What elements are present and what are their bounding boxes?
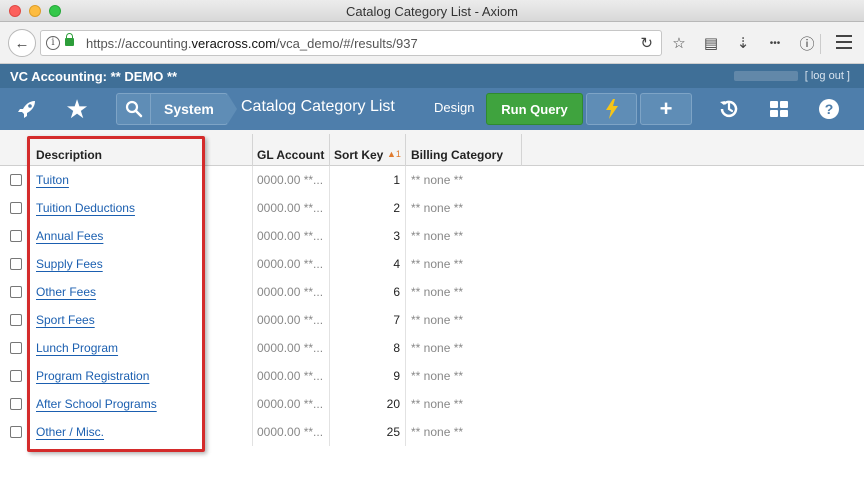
url-bar[interactable]: i https://accounting.veracross.com/vca_d… — [40, 30, 662, 56]
row-billing-category: ** none ** — [411, 201, 464, 215]
menu-icon[interactable] — [836, 35, 852, 49]
column-header-gl-account[interactable]: GL Account — [257, 148, 324, 162]
download-icon[interactable]: ⇣ — [732, 32, 754, 54]
row-sort-key: 20 — [386, 397, 400, 411]
design-link[interactable]: Design — [434, 100, 474, 115]
bookmark-star-icon[interactable]: ☆ — [668, 32, 690, 54]
breadcrumb-separator — [227, 93, 237, 125]
dashboard-grid-icon[interactable] — [764, 94, 794, 124]
row-checkbox[interactable] — [10, 230, 22, 242]
row-billing-category: ** none ** — [411, 285, 464, 299]
column-divider[interactable] — [521, 134, 522, 166]
breadcrumb-system[interactable]: System — [164, 101, 214, 117]
row-sort-key: 6 — [393, 285, 400, 299]
row-billing-category: ** none ** — [411, 397, 464, 411]
row-gl-account: 0000.00 **... — [257, 257, 324, 271]
row-billing-category: ** none ** — [411, 341, 464, 355]
row-gl-account: 0000.00 **... — [257, 425, 324, 439]
row-billing-category: ** none ** — [411, 173, 464, 187]
reading-list-icon[interactable]: ▤ — [700, 32, 722, 54]
row-billing-category: ** none ** — [411, 369, 464, 383]
toolbar-divider — [820, 34, 821, 54]
row-sort-key: 3 — [393, 229, 400, 243]
row-checkbox[interactable] — [10, 258, 22, 270]
row-billing-category: ** none ** — [411, 229, 464, 243]
rocket-icon[interactable] — [12, 94, 42, 124]
plus-icon: + — [659, 96, 673, 121]
add-button[interactable]: + — [640, 93, 692, 125]
info-icon[interactable]: i — [46, 36, 60, 50]
logout-link[interactable]: [ log out ] — [805, 70, 850, 82]
history-icon[interactable] — [714, 94, 744, 124]
breadcrumb: System — [116, 93, 228, 125]
row-checkbox[interactable] — [10, 426, 22, 438]
row-gl-account: 0000.00 **... — [257, 285, 324, 299]
row-billing-category: ** none ** — [411, 425, 464, 439]
row-billing-category: ** none ** — [411, 257, 464, 271]
row-checkbox[interactable] — [10, 314, 22, 326]
lock-icon — [65, 33, 74, 46]
row-sort-key: 9 — [393, 369, 400, 383]
row-gl-account: 0000.00 **... — [257, 201, 324, 215]
row-sort-key: 1 — [393, 173, 400, 187]
back-button[interactable]: ← — [8, 29, 36, 57]
app-name: VC Accounting: ** DEMO ** — [10, 69, 178, 84]
browser-toolbar: ← i https://accounting.veracross.com/vca… — [0, 22, 864, 64]
window-title: Catalog Category List - Axiom — [346, 4, 518, 19]
favorites-star-icon[interactable]: ★ — [62, 94, 92, 124]
lightning-bolt-icon — [605, 99, 618, 119]
row-gl-account: 0000.00 **... — [257, 341, 324, 355]
row-sort-key: 2 — [393, 201, 400, 215]
quick-action-button[interactable] — [586, 93, 637, 125]
arrow-left-icon: ← — [14, 34, 30, 52]
row-sort-key: 7 — [393, 313, 400, 327]
overflow-icon[interactable]: ••• — [764, 32, 786, 54]
column-divider[interactable] — [252, 134, 253, 166]
user-name-redacted — [734, 71, 798, 81]
row-billing-category: ** none ** — [411, 313, 464, 327]
row-sort-key: 8 — [393, 341, 400, 355]
row-checkbox[interactable] — [10, 342, 22, 354]
page-title: Catalog Category List — [241, 98, 395, 115]
row-checkbox[interactable] — [10, 202, 22, 214]
description-column-highlight — [27, 136, 205, 452]
svg-text:?: ? — [825, 101, 834, 117]
row-gl-account: 0000.00 **... — [257, 397, 324, 411]
column-header-billing-category[interactable]: Billing Category — [411, 148, 503, 162]
row-checkbox[interactable] — [10, 398, 22, 410]
window-titlebar: Catalog Category List - Axiom — [0, 0, 864, 22]
alert-icon[interactable]: ⓘ — [796, 32, 818, 54]
reload-icon[interactable]: ↻ — [640, 34, 653, 52]
row-checkbox[interactable] — [10, 370, 22, 382]
row-gl-account: 0000.00 **... — [257, 173, 324, 187]
nav-bar: ★ System Catalog Category List Design Ru… — [0, 88, 864, 130]
run-query-button[interactable]: Run Query — [486, 93, 583, 125]
row-gl-account: 0000.00 **... — [257, 369, 324, 383]
url-text[interactable]: https://accounting.veracross.com/vca_dem… — [86, 36, 418, 51]
search-icon[interactable] — [117, 94, 151, 124]
row-checkbox[interactable] — [10, 174, 22, 186]
row-sort-key: 4 — [393, 257, 400, 271]
row-sort-key: 25 — [386, 425, 400, 439]
column-divider[interactable] — [329, 134, 330, 166]
help-icon[interactable]: ? — [814, 94, 844, 124]
column-divider[interactable] — [405, 134, 406, 166]
app-header: VC Accounting: ** DEMO ** [ log out ] — [0, 64, 864, 88]
row-gl-account: 0000.00 **... — [257, 229, 324, 243]
row-gl-account: 0000.00 **... — [257, 313, 324, 327]
sort-ascending-icon: ▲1 — [387, 149, 401, 159]
row-checkbox[interactable] — [10, 286, 22, 298]
column-header-sort-key[interactable]: Sort Key — [334, 148, 383, 162]
